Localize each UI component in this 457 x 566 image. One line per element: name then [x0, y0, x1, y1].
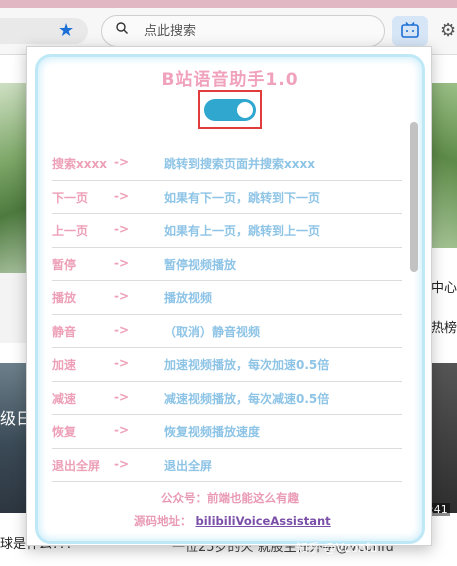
command-arrow: -> [114, 423, 130, 437]
command-description: 暂停视频播放 [164, 257, 237, 272]
search-box[interactable] [101, 15, 385, 47]
command-arrow: -> [114, 255, 130, 270]
popup-title: B站语音助手1.0 [161, 70, 299, 90]
command-name: 播放 [52, 291, 77, 305]
command-row: 下一页 -> 如果有下一页，跳转到下一页 [52, 181, 402, 214]
source-code-link[interactable]: bilibiliVoiceAssistant [196, 514, 331, 528]
address-bar[interactable] [0, 18, 88, 44]
command-row: 恢复 -> 恢复视频播放速度 [52, 415, 402, 449]
command-row: 播放 -> 播放视频 [52, 281, 402, 315]
command-name: 加速 [52, 358, 77, 372]
favorite-star-icon[interactable]: ★ [58, 21, 74, 41]
command-description: 恢复视频播放速度 [164, 425, 261, 439]
watermark-text: 知乎 @Vconfu [296, 541, 378, 555]
wechat-account-label: 公众号：前端也能这么有趣 [161, 491, 299, 505]
command-arrow: -> [114, 356, 130, 370]
toggle-knob [237, 102, 253, 118]
command-description: 如果有上一页，跳转到上一页 [164, 224, 321, 238]
voice-enable-toggle[interactable] [204, 99, 256, 121]
settings-gear-icon[interactable]: ⚙ [440, 22, 456, 40]
command-description: 跳转到搜索页面并搜索xxxx [164, 157, 315, 171]
command-arrow: -> [114, 188, 130, 203]
window-top-strip [0, 0, 457, 8]
command-name: 下一页 [52, 190, 89, 205]
command-arrow: -> [114, 222, 130, 236]
command-name: 搜索xxxx [52, 157, 107, 171]
search-input[interactable] [142, 20, 376, 42]
nav-label-center[interactable]: 中心 [431, 277, 457, 296]
command-description: 如果有下一页，跳转到下一页 [164, 190, 321, 205]
popup-scrollbar[interactable] [410, 122, 418, 272]
command-row: 减速 -> 减速视频播放，每次减速0.5倍 [52, 382, 402, 415]
command-arrow: -> [114, 155, 130, 169]
command-row: 静音 -> （取消）静音视频 [52, 315, 402, 348]
toggle-highlight-box [198, 90, 262, 129]
command-arrow: -> [114, 389, 130, 404]
voice-assistant-popup: B站语音助手1.0 搜索xxxx -> 跳转到搜索页面并搜索xxxx 下一页 -… [26, 46, 432, 546]
command-arrow: -> [114, 289, 130, 303]
command-arrow: -> [114, 456, 130, 471]
command-row: 加速 -> 加速视频播放，每次加速0.5倍 [52, 348, 402, 382]
command-row: 暂停 -> 暂停视频播放 [52, 248, 402, 281]
command-row: 搜索xxxx -> 跳转到搜索页面并搜索xxxx [52, 147, 402, 181]
command-name: 退出全屏 [52, 458, 101, 473]
command-description: 减速视频播放，每次减速0.5倍 [164, 391, 330, 406]
command-description: 加速视频播放，每次加速0.5倍 [164, 358, 330, 372]
source-code-label: 源码地址： [134, 514, 192, 528]
command-row: 退出全屏 -> 退出全屏 [52, 449, 402, 482]
command-row: 上一页 -> 如果有上一页，跳转到上一页 [52, 214, 402, 248]
command-description: 播放视频 [164, 291, 213, 305]
bilibili-tv-icon [401, 22, 419, 38]
command-description: 退出全屏 [164, 458, 213, 473]
command-description: （取消）静音视频 [164, 324, 261, 339]
command-arrow: -> [114, 322, 130, 337]
voice-assistant-extension-button[interactable] [392, 16, 428, 46]
nav-label-hot[interactable]: 热榜 [431, 317, 457, 336]
command-name: 减速 [52, 391, 77, 406]
popup-panel: B站语音助手1.0 搜索xxxx -> 跳转到搜索页面并搜索xxxx 下一页 -… [35, 54, 425, 544]
command-list: 搜索xxxx -> 跳转到搜索页面并搜索xxxx 下一页 -> 如果有下一页，跳… [52, 147, 402, 482]
command-name: 暂停 [52, 257, 77, 272]
command-name: 上一页 [52, 224, 89, 238]
command-name: 恢复 [52, 425, 77, 439]
command-name: 静音 [52, 324, 77, 339]
search-icon [116, 22, 128, 34]
source-code-line: 源码地址： bilibiliVoiceAssistant [134, 513, 331, 529]
